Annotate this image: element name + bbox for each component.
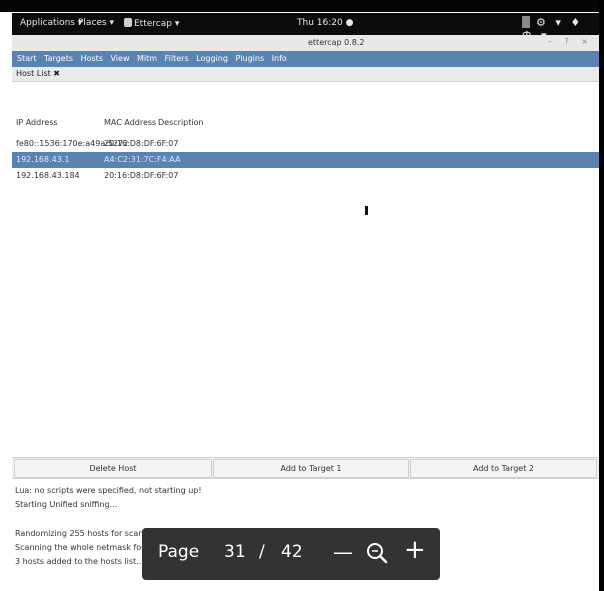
window-titlebar: ettercap 0.8.2 – ? × bbox=[12, 35, 599, 52]
row-mac: 20:16:D8:DF:6F:07 bbox=[104, 171, 179, 180]
menu-mitm[interactable]: Mitm bbox=[137, 54, 157, 63]
log-line: 3 hosts added to the hosts list... bbox=[15, 557, 144, 566]
row-mac: A4:C2:31:7C:F4:AA bbox=[104, 155, 181, 164]
menu-hosts[interactable]: Hosts bbox=[81, 54, 103, 63]
col-mac-address[interactable]: MAC Address bbox=[104, 118, 156, 127]
row-mac: 20:16:D8:DF:6F:07 bbox=[104, 139, 179, 148]
places-menu[interactable]: Places ▾ bbox=[78, 18, 114, 28]
ettercap-app-menu[interactable]: Ettercap ▾ bbox=[124, 18, 179, 29]
table-row[interactable]: fe80::1536:170e:a49a:5272 20:16:D8:DF:6F… bbox=[12, 136, 599, 152]
log-line: Starting Unified sniffing... bbox=[15, 500, 118, 509]
app-menu-bar: Start Targets Hosts View Mitm Filters Lo… bbox=[12, 51, 599, 67]
menu-targets[interactable]: Targets bbox=[44, 54, 73, 63]
page-navigation-overlay: Page 31 / 42 — + bbox=[142, 528, 440, 580]
zoom-in-icon[interactable]: + bbox=[404, 537, 426, 563]
ettercap-icon bbox=[124, 18, 132, 27]
zoom-fit-icon[interactable] bbox=[364, 540, 390, 566]
page-separator: / bbox=[259, 542, 265, 562]
add-to-target-2-button[interactable]: Add to Target 2 bbox=[410, 459, 597, 478]
page-number-input[interactable]: 31 bbox=[224, 542, 246, 562]
menu-start[interactable]: Start bbox=[17, 54, 37, 63]
clock[interactable]: Thu 16:20 ● bbox=[297, 18, 353, 28]
tray-app-icon bbox=[522, 16, 530, 28]
screenshot-frame: Applications ▾ Places ▾ Ettercap ▾ Thu 1… bbox=[0, 0, 604, 591]
menu-view[interactable]: View bbox=[111, 54, 130, 63]
log-line: Lua: no scripts were specified, not star… bbox=[15, 486, 202, 495]
row-ip: 192.168.43.184 bbox=[16, 171, 80, 180]
ettercap-app-label: Ettercap ▾ bbox=[134, 19, 180, 29]
window-controls[interactable]: – ? × bbox=[548, 37, 593, 46]
menu-plugins[interactable]: Plugins bbox=[235, 54, 264, 63]
menu-logging[interactable]: Logging bbox=[196, 54, 228, 63]
host-table: fe80::1536:170e:a49a:5272 20:16:D8:DF:6F… bbox=[12, 136, 599, 184]
tab-host-list[interactable]: Host List ✖ bbox=[16, 69, 60, 78]
table-row[interactable]: 192.168.43.184 20:16:D8:DF:6F:07 bbox=[12, 168, 599, 184]
host-actions-bar: Delete Host Add to Target 1 Add to Targe… bbox=[12, 457, 599, 479]
mouse-cursor bbox=[365, 206, 368, 215]
applications-menu[interactable]: Applications ▾ bbox=[20, 18, 82, 28]
page-total: 42 bbox=[281, 542, 303, 562]
row-ip: 192.168.43.1 bbox=[16, 155, 70, 164]
host-table-header: IP Address MAC Address Description bbox=[12, 118, 599, 132]
delete-host-button[interactable]: Delete Host bbox=[14, 459, 212, 478]
menu-filters[interactable]: Filters bbox=[165, 54, 189, 63]
col-ip-address[interactable]: IP Address bbox=[16, 118, 58, 127]
add-to-target-1-button[interactable]: Add to Target 1 bbox=[213, 459, 409, 478]
page-label: Page bbox=[158, 542, 200, 562]
col-description[interactable]: Description bbox=[158, 118, 204, 127]
top-border bbox=[0, 0, 604, 12]
system-top-bar: Applications ▾ Places ▾ Ettercap ▾ Thu 1… bbox=[12, 13, 599, 42]
window-title: ettercap 0.8.2 bbox=[308, 38, 365, 47]
table-row-selected[interactable]: 192.168.43.1 A4:C2:31:7C:F4:AA bbox=[12, 152, 599, 168]
zoom-out-icon[interactable]: — bbox=[333, 542, 353, 562]
menu-info[interactable]: Info bbox=[272, 54, 287, 63]
tab-bar: Host List ✖ bbox=[12, 67, 599, 82]
right-border bbox=[599, 0, 604, 591]
